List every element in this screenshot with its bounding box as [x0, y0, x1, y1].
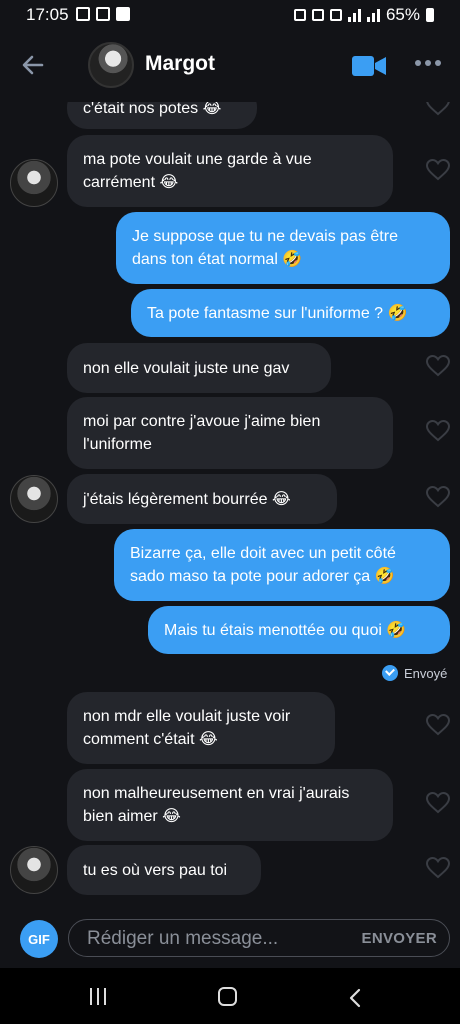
- message-composer: GIF Rédiger un message... ENVOYER: [0, 910, 460, 968]
- more-options-icon[interactable]: [415, 60, 441, 66]
- heart-icon[interactable]: [426, 355, 450, 377]
- heart-icon[interactable]: [426, 102, 450, 116]
- sender-avatar[interactable]: [10, 846, 58, 894]
- heart-icon[interactable]: [426, 486, 450, 508]
- gif-button[interactable]: GIF: [20, 920, 58, 958]
- message-outgoing[interactable]: Bizarre ça, elle doit avec un petit côté…: [114, 529, 450, 601]
- heart-icon[interactable]: [426, 857, 450, 879]
- lock-icon: [293, 9, 306, 21]
- send-button[interactable]: ENVOYER: [362, 930, 437, 947]
- home-icon[interactable]: [218, 987, 237, 1006]
- message-incoming[interactable]: tu es où vers pau toi: [67, 845, 261, 895]
- message-outgoing[interactable]: Mais tu étais menottée ou quoi 🤣: [148, 606, 450, 654]
- video-call-icon[interactable]: [352, 55, 386, 77]
- message-incoming[interactable]: non mdr elle voulait juste voir comment …: [67, 692, 335, 764]
- sent-status: Envoyé: [382, 665, 447, 681]
- sender-avatar[interactable]: [10, 159, 58, 207]
- incognito-icon: [96, 7, 110, 21]
- chat-header: Margot: [0, 30, 460, 102]
- gallery-icon: [76, 7, 90, 21]
- heart-icon[interactable]: [426, 159, 450, 181]
- message-incoming[interactable]: j'étais légèrement bourrée 😂: [67, 474, 337, 524]
- system-nav-bar: [0, 968, 460, 1024]
- recent-apps-icon[interactable]: [90, 988, 106, 1005]
- status-bar: 17:05 65%: [0, 0, 460, 30]
- message-list[interactable]: c'était nos potes 😂 ma pote voulait une …: [0, 102, 460, 910]
- signal-icon: [347, 8, 361, 22]
- message-incoming[interactable]: c'était nos potes 😂: [67, 102, 257, 129]
- message-input[interactable]: Rédiger un message... ENVOYER: [68, 919, 450, 957]
- signal-icon-2: [366, 8, 380, 22]
- message-outgoing[interactable]: Je suppose que tu ne devais pas être dan…: [116, 212, 450, 284]
- battery-percent: 65%: [385, 5, 420, 24]
- back-arrow-icon[interactable]: [18, 50, 48, 80]
- message-incoming[interactable]: ma pote voulait une garde à vue carrémen…: [67, 135, 393, 207]
- message-incoming[interactable]: non elle voulait juste une gav: [67, 343, 331, 393]
- contact-avatar[interactable]: [88, 42, 134, 88]
- status-time: 17:05: [26, 5, 69, 24]
- message-incoming[interactable]: non malheureusement en vrai j'aurais bie…: [67, 769, 393, 841]
- sender-avatar[interactable]: [10, 475, 58, 523]
- check-icon: [116, 7, 130, 21]
- wifi-icon: [329, 9, 342, 21]
- message-incoming[interactable]: moi par contre j'avoue j'aime bien l'uni…: [67, 397, 393, 469]
- contact-name[interactable]: Margot: [145, 52, 215, 76]
- sent-check-icon: [382, 665, 398, 681]
- mute-icon: [311, 9, 324, 21]
- system-icons: 65%: [293, 5, 434, 25]
- heart-icon[interactable]: [426, 792, 450, 814]
- message-outgoing[interactable]: Ta pote fantasme sur l'uniforme ? 🤣: [131, 289, 450, 337]
- notification-icons: [76, 7, 130, 21]
- message-placeholder: Rédiger un message...: [87, 928, 279, 949]
- heart-icon[interactable]: [426, 714, 450, 736]
- back-icon[interactable]: [348, 988, 362, 1008]
- battery-icon: [426, 8, 434, 22]
- heart-icon[interactable]: [426, 420, 450, 442]
